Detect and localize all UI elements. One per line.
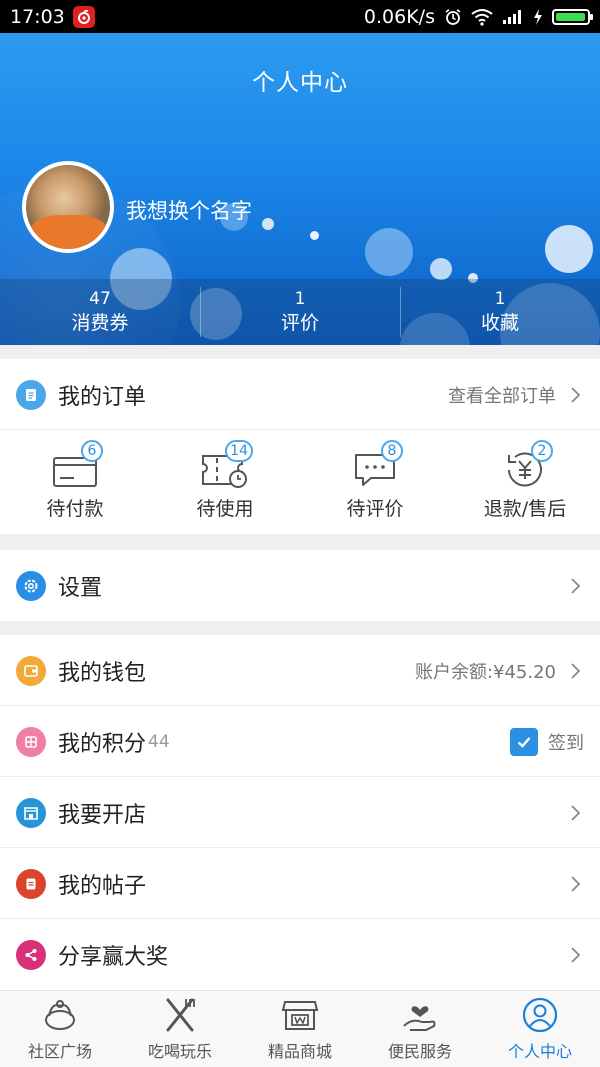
- signal-icon: [503, 9, 521, 24]
- chevron-right-icon: [571, 386, 581, 403]
- checkin-label[interactable]: 签到: [548, 729, 584, 755]
- heart-hand-icon: [403, 1006, 436, 1031]
- avatar[interactable]: [22, 161, 114, 253]
- order-to-review[interactable]: 8 待评价: [300, 430, 450, 534]
- user-icon: [522, 997, 558, 1033]
- community-icon: [45, 1000, 75, 1030]
- nav-label: 个人中心: [507, 1042, 572, 1061]
- chevron-right-icon: [571, 577, 581, 594]
- nav-label: 吃喝玩乐: [147, 1042, 212, 1061]
- my-posts-row[interactable]: 我的帖子: [0, 848, 600, 919]
- nav-food-fun[interactable]: 吃喝玩乐: [120, 991, 240, 1067]
- share-label: 分享赢大奖: [58, 944, 169, 970]
- store-icon: [281, 1001, 319, 1030]
- checkmark-icon: [517, 736, 531, 748]
- stat-reviews[interactable]: 1 评价: [200, 279, 400, 345]
- order-refund[interactable]: 2 退款/售后: [450, 430, 600, 534]
- nav-services[interactable]: 便民服务: [360, 991, 480, 1067]
- order-list-icon: [16, 379, 46, 410]
- fork-knife-icon: [166, 998, 195, 1032]
- order-status-label: 待评价: [346, 497, 404, 520]
- chevron-right-icon: [571, 804, 581, 821]
- stat-coupons[interactable]: 47 消费券: [0, 279, 200, 345]
- badge-count: 14: [225, 439, 253, 462]
- badge-count: 6: [81, 439, 103, 462]
- post-icon: [16, 868, 46, 899]
- chevron-right-icon: [571, 946, 581, 963]
- settings-row[interactable]: 设置: [0, 550, 600, 621]
- chevron-right-icon: [571, 875, 581, 892]
- points-row[interactable]: 我的积分 44 签到: [0, 706, 600, 777]
- share-icon: [16, 939, 46, 970]
- gear-icon: [16, 570, 46, 601]
- open-shop-row[interactable]: 我要开店: [0, 777, 600, 848]
- my-orders-label: 我的订单: [58, 384, 147, 410]
- menu-card: 我的钱包 账户余额:¥45.20 我的积分 44 签到 我要开店 我的帖子 分享…: [0, 635, 600, 990]
- alarm-icon: [445, 8, 461, 25]
- stat-label: 评价: [280, 312, 319, 334]
- nav-label: 社区广场: [27, 1042, 92, 1061]
- status-time: 17:03: [10, 5, 65, 28]
- badge-count: 2: [531, 439, 553, 462]
- username[interactable]: 我想换个名字: [126, 195, 252, 225]
- nav-label: 精品商城: [267, 1042, 332, 1061]
- stat-favorites[interactable]: 1 收藏: [400, 279, 600, 345]
- my-orders-row[interactable]: 我的订单 查看全部订单: [0, 359, 600, 430]
- open-shop-label: 我要开店: [58, 802, 147, 828]
- shop-icon: [16, 797, 46, 828]
- wifi-icon: [471, 8, 493, 26]
- checkin-checkbox[interactable]: [510, 727, 538, 756]
- network-speed: 0.06K/s: [363, 5, 435, 28]
- stat-value: 1: [494, 289, 506, 309]
- stat-label: 收藏: [480, 312, 519, 334]
- order-status-label: 待使用: [196, 497, 254, 520]
- wallet-row[interactable]: 我的钱包 账户余额:¥45.20: [0, 635, 600, 706]
- order-status-label: 待付款: [46, 497, 104, 520]
- share-row[interactable]: 分享赢大奖: [0, 919, 600, 990]
- wallet-icon: [16, 655, 46, 686]
- points-value: 44: [148, 731, 170, 752]
- order-status-label: 退款/售后: [483, 497, 567, 520]
- page-title: 个人中心: [252, 70, 348, 96]
- badge-count: 8: [381, 439, 403, 462]
- gift-icon: [16, 726, 46, 757]
- nav-label: 便民服务: [387, 1042, 452, 1061]
- wallet-label: 我的钱包: [58, 660, 147, 686]
- stat-value: 1: [294, 289, 306, 309]
- battery-icon: [552, 8, 593, 25]
- orders-card: 我的订单 查看全部订单 6 待付款 14 待使用 8 待评价 2 退款/售后: [0, 359, 600, 534]
- bottom-nav: 社区广场 吃喝玩乐 精品商城 便民服务 个人中心: [0, 990, 600, 1067]
- settings-label: 设置: [58, 575, 103, 601]
- view-all-orders-link[interactable]: 查看全部订单: [448, 382, 556, 408]
- wallet-balance: 账户余额:¥45.20: [414, 661, 556, 683]
- order-to-use[interactable]: 14 待使用: [150, 430, 300, 534]
- profile-header: 个人中心 我想换个名字 47 消费券 1 评价 1 收藏: [0, 33, 600, 345]
- chevron-right-icon: [571, 662, 581, 679]
- charging-icon: [534, 8, 542, 25]
- settings-card: 设置: [0, 550, 600, 621]
- stat-value: 47: [89, 289, 111, 309]
- netease-music-icon: [72, 5, 95, 28]
- order-pending-payment[interactable]: 6 待付款: [0, 430, 150, 534]
- nav-community[interactable]: 社区广场: [0, 991, 120, 1067]
- nav-profile[interactable]: 个人中心: [480, 991, 600, 1067]
- order-status-row: 6 待付款 14 待使用 8 待评价 2 退款/售后: [0, 430, 600, 534]
- nav-mall[interactable]: 精品商城: [240, 991, 360, 1067]
- my-posts-label: 我的帖子: [58, 873, 147, 899]
- avatar-clothing: [30, 215, 108, 249]
- stat-label: 消费券: [71, 312, 129, 334]
- status-bar: 17:03 0.06K/s: [0, 0, 600, 33]
- points-label: 我的积分: [58, 731, 147, 757]
- profile-stats: 47 消费券 1 评价 1 收藏: [0, 279, 600, 345]
